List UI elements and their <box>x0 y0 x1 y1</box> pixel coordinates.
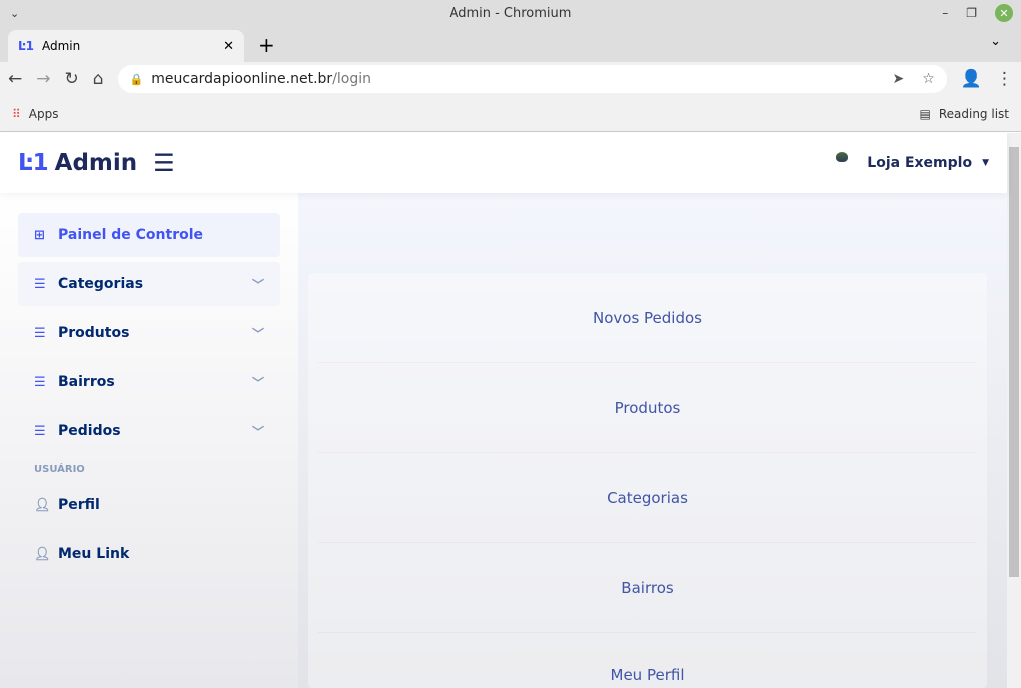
hamburger-menu-icon[interactable]: ☰ <box>153 149 175 177</box>
sidebar-item-label: Bairros <box>58 374 115 390</box>
address-bar[interactable]: 🔒 meucardapioonline.net.br/login ➤ ☆ <box>117 65 947 93</box>
grid-icon: ⊞ <box>34 227 45 243</box>
header: Ŀ1 Admin ☰ Loja Exemplo ▼ <box>0 133 1007 193</box>
chevron-down-icon: ﹀ <box>251 326 264 341</box>
title-bar: ⌄ Admin - Chromium – ❐ ✕ <box>0 0 1021 26</box>
sidebar-item-label: Pedidos <box>58 423 121 439</box>
sidebar-item-painel[interactable]: ⊞ Painel de Controle <box>18 213 280 257</box>
list-icon: ☰ <box>34 423 46 439</box>
user-dropdown[interactable]: Loja Exemplo ▼ <box>827 152 989 174</box>
main-content: Novos Pedidos Produtos Categorias Bairro… <box>298 193 1007 688</box>
sidebar-item-label: Perfil <box>58 497 100 513</box>
close-tab-icon[interactable]: ✕ <box>223 39 234 54</box>
reload-icon[interactable]: ↻ <box>65 69 79 89</box>
back-icon[interactable]: ← <box>8 69 22 89</box>
tab-admin[interactable]: Ŀ1 Admin ✕ <box>8 30 244 62</box>
apps-link[interactable]: Apps <box>29 107 59 121</box>
tab-search-icon[interactable]: ⌄ <box>990 34 1001 49</box>
sidebar-item-label: Produtos <box>58 325 130 341</box>
chevron-down-icon: ﹀ <box>251 375 264 390</box>
sidebar-item-label: Painel de Controle <box>58 227 204 243</box>
user-name: Loja Exemplo <box>867 155 973 171</box>
brand-name: Admin <box>54 150 138 176</box>
minimize-button[interactable]: – <box>942 6 948 20</box>
home-icon[interactable]: ⌂ <box>93 69 104 89</box>
reading-list-label: Reading list <box>938 106 1009 121</box>
url-path: /login <box>332 71 372 87</box>
lock-icon: 🔒 <box>129 72 144 86</box>
sidebar-item-bairros[interactable]: ☰ Bairros ﹀ <box>18 360 280 404</box>
sidebar-section-heading: USUÁRIO <box>34 464 85 475</box>
list-icon: ☰ <box>34 374 46 390</box>
chevron-down-icon: ﹀ <box>251 277 264 292</box>
menu-icon[interactable]: ⋮ <box>996 69 1013 89</box>
person-icon: 👤︎ <box>34 546 51 562</box>
link-categorias[interactable]: Categorias <box>318 453 977 543</box>
bookmarks-bar: ⠿ Apps ▤ Reading list <box>0 96 1021 132</box>
forward-icon[interactable]: → <box>36 69 50 89</box>
url-host: meucardapioonline.net.br <box>151 71 333 87</box>
list-icon: ☰ <box>34 276 46 292</box>
caret-down-icon: ▼ <box>982 158 989 168</box>
quick-links-card: Novos Pedidos Produtos Categorias Bairro… <box>308 273 987 688</box>
window-title: Admin - Chromium <box>449 5 572 21</box>
sidebar-item-categorias[interactable]: ☰ Categorias ﹀ <box>18 262 280 306</box>
bookmark-star-icon[interactable]: ☆ <box>922 71 935 87</box>
sidebar-item-pedidos[interactable]: ☰ Pedidos ﹀ <box>18 409 280 453</box>
page: Ŀ1 Admin ☰ Loja Exemplo ▼ ⊞ Painel de Contr… <box>0 133 1007 688</box>
reading-list-button[interactable]: ▤ Reading list <box>920 107 1010 121</box>
link-novos-pedidos[interactable]: Novos Pedidos <box>318 273 977 363</box>
list-icon: ☰ <box>34 325 46 341</box>
profile-icon[interactable]: 👤 <box>961 69 982 89</box>
close-window-button[interactable]: ✕ <box>995 4 1013 22</box>
tab-strip: Ŀ1 Admin ✕ + ⌄ <box>0 26 1021 62</box>
window-menu-icon[interactable]: ⌄ <box>10 7 19 20</box>
brand-logo[interactable]: Ŀ1 Admin <box>18 150 137 176</box>
sidebar: ⊞ Painel de Controle ☰ Categorias ﹀ ☰ Produt… <box>0 193 298 688</box>
person-icon: 👤︎ <box>34 497 51 513</box>
apps-icon: ⠿ <box>12 106 21 121</box>
link-bairros[interactable]: Bairros <box>318 543 977 633</box>
tab-label: Admin <box>42 39 81 53</box>
new-tab-button[interactable]: + <box>258 33 275 57</box>
logo-icon: Ŀ1 <box>18 150 49 176</box>
chevron-down-icon: ﹀ <box>251 424 264 439</box>
restore-button[interactable]: ❐ <box>966 6 977 20</box>
store-logo <box>827 152 857 174</box>
link-produtos[interactable]: Produtos <box>318 363 977 453</box>
favicon-icon: Ŀ1 <box>18 39 34 53</box>
browser-toolbar: ← → ↻ ⌂ 🔒 meucardapioonline.net.br/login ➤ ☆ 👤… <box>0 62 1021 96</box>
sidebar-item-meu-link[interactable]: 👤︎ Meu Link <box>18 532 280 576</box>
link-meu-perfil[interactable]: Meu Perfil <box>318 633 977 687</box>
page-scrollbar[interactable] <box>1007 133 1021 688</box>
sidebar-item-label: Meu Link <box>58 546 130 562</box>
sidebar-item-perfil[interactable]: 👤︎ Perfil <box>18 483 280 527</box>
sidebar-item-produtos[interactable]: ☰ Produtos ﹀ <box>18 311 280 355</box>
sidebar-item-label: Categorias <box>58 276 144 292</box>
send-icon[interactable]: ➤ <box>893 71 905 87</box>
scrollbar-thumb[interactable] <box>1009 147 1019 577</box>
reading-list-icon: ▤ <box>919 106 931 121</box>
